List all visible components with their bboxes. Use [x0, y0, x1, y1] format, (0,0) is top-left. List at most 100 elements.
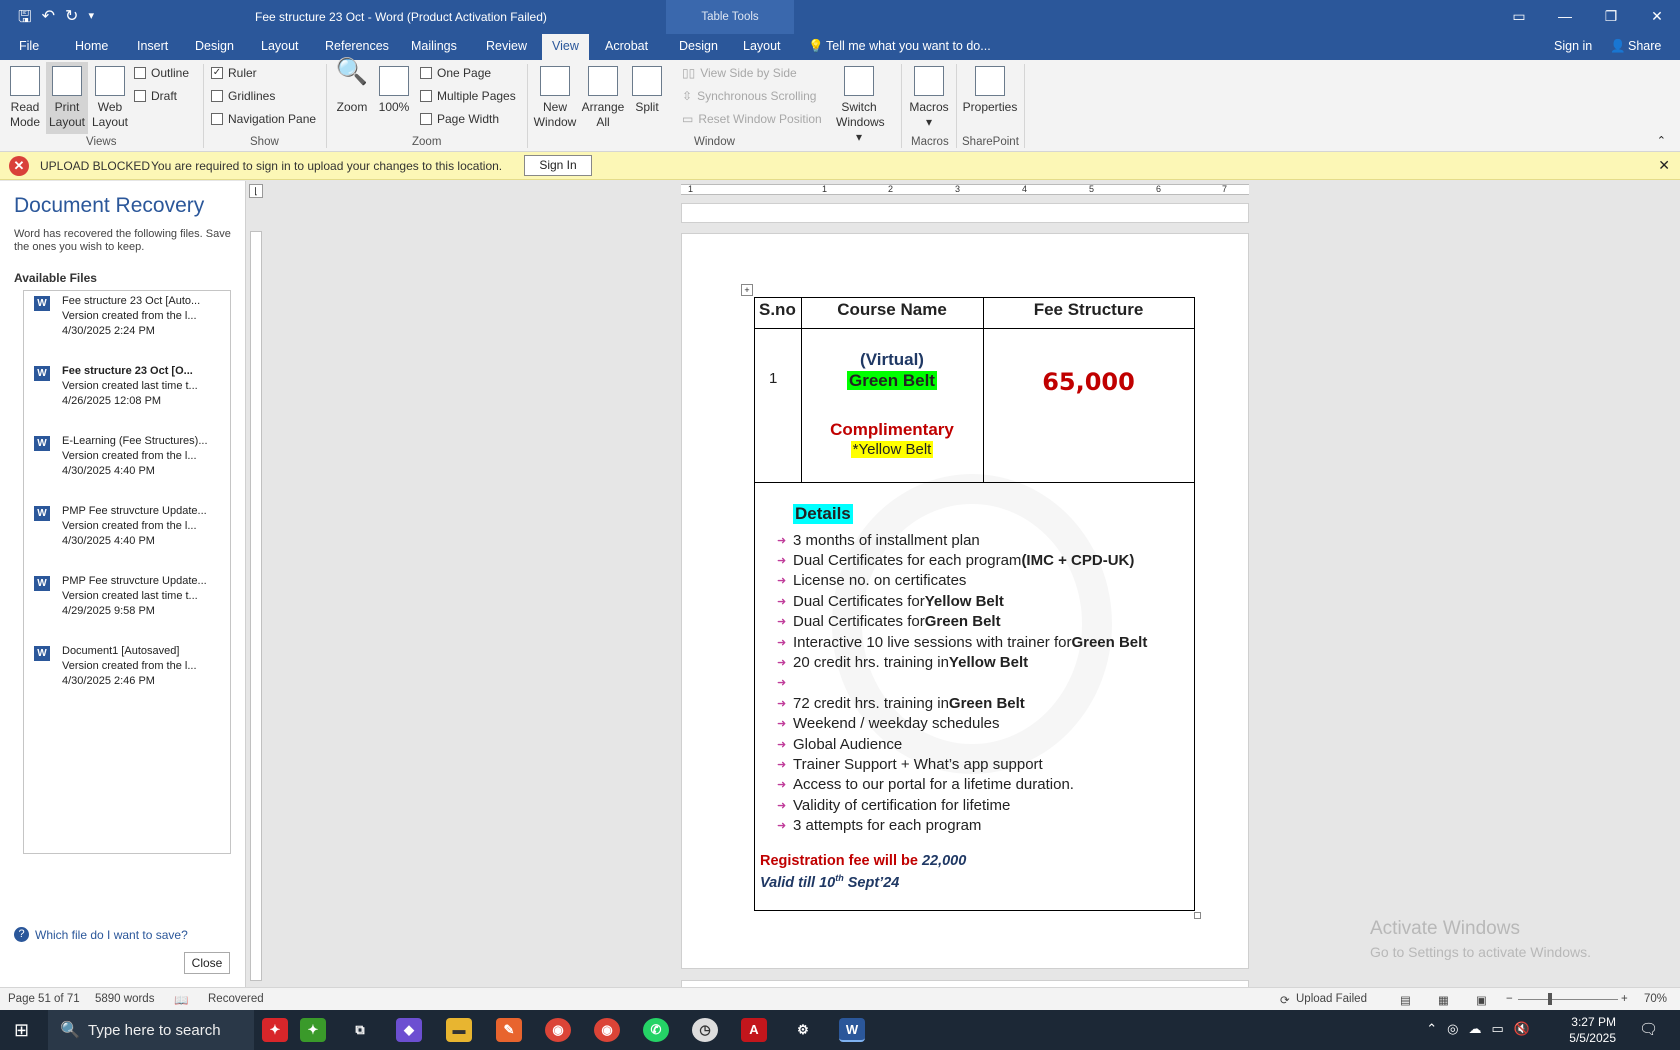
taskbar-search[interactable]: 🔍 Type here to search [48, 1010, 254, 1050]
read-mode-button[interactable]: Read Mode [6, 66, 44, 130]
meet-icon[interactable]: ◎ [1447, 1021, 1458, 1037]
zoom-out-icon[interactable]: − [1506, 993, 1513, 1005]
arrange-all-button[interactable]: Arrange All [581, 66, 625, 130]
ribbon-display-options-icon[interactable]: ▭ [1496, 0, 1542, 32]
file-item[interactable]: W PMP Fee struvcture Update... Version c… [24, 501, 230, 561]
zoom-in-icon[interactable]: + [1621, 993, 1628, 1005]
undo-icon[interactable]: ↶ [42, 6, 55, 33]
chevron-up-icon[interactable]: ⌃ [1426, 1021, 1437, 1037]
vertical-ruler[interactable]: ⌊ [248, 181, 266, 987]
zoom-100-button[interactable]: 100% [377, 66, 411, 115]
share-button[interactable]: Share [1628, 39, 1661, 53]
game-app-icon[interactable]: ✦ [262, 1018, 288, 1042]
file-item[interactable]: W Fee structure 23 Oct [Auto... Version … [24, 291, 230, 351]
tab-file[interactable]: File [19, 39, 39, 53]
zoom-slider-thumb[interactable] [1548, 993, 1552, 1005]
word-count[interactable]: 5890 words [95, 993, 154, 1005]
volume-mute-icon[interactable]: 🔇 [1514, 1021, 1530, 1037]
sign-in-button[interactable]: Sign In [524, 155, 592, 176]
page-width-button[interactable]: Page Width [420, 112, 499, 126]
acrobat-icon[interactable]: A [741, 1018, 767, 1042]
print-layout-view-icon[interactable]: ▦ [1438, 993, 1449, 1007]
gridlines-checkbox[interactable]: Gridlines [211, 89, 275, 103]
copilot-icon[interactable]: ◆ [396, 1018, 422, 1042]
tab-acrobat[interactable]: Acrobat [605, 39, 648, 53]
zoom-slider[interactable] [1518, 999, 1618, 1000]
tab-selector[interactable]: ⌊ [249, 184, 263, 198]
app-icon[interactable]: ✎ [496, 1018, 522, 1042]
onedrive-icon[interactable]: ☁ [1469, 1021, 1482, 1037]
minimize-button[interactable]: — [1542, 0, 1588, 32]
help-link[interactable]: ? Which file do I want to save? [14, 927, 188, 942]
upload-status[interactable]: Upload Failed [1296, 993, 1367, 1005]
list-item: ➜ Validity of certification for lifetime [777, 796, 1011, 814]
file-item[interactable]: W Document1 [Autosaved] Version created … [24, 641, 230, 701]
tab-mailings[interactable]: Mailings [411, 39, 457, 53]
windows-start-icon[interactable]: ⊞ [14, 1020, 29, 1041]
network-icon[interactable]: ▭ [1492, 1021, 1504, 1037]
read-mode-view-icon[interactable]: ▤ [1400, 993, 1411, 1007]
navigation-pane-checkbox[interactable]: Navigation Pane [211, 112, 316, 126]
sign-in-link[interactable]: Sign in [1554, 39, 1592, 53]
close-icon[interactable]: ✕ [1658, 157, 1670, 174]
reset-window-position-button[interactable]: ▭ Reset Window Position [682, 112, 822, 126]
clock[interactable]: 3:27 PM 5/5/2025 [1569, 1014, 1616, 1046]
word-app-icon[interactable]: W [839, 1018, 865, 1042]
web-layout-button[interactable]: Web Layout [91, 66, 129, 130]
table-move-handle-icon[interactable]: + [741, 284, 753, 296]
one-page-button[interactable]: One Page [420, 66, 491, 80]
chrome-icon[interactable]: ◉ [545, 1018, 571, 1042]
file-item[interactable]: W PMP Fee struvcture Update... Version c… [24, 571, 230, 631]
collapse-ribbon-icon[interactable]: ⌃ [1657, 134, 1666, 147]
save-icon[interactable]: 🖫 [18, 6, 32, 33]
whatsapp-icon[interactable]: ✆ [643, 1018, 669, 1042]
tab-table-layout[interactable]: Layout [743, 39, 781, 53]
close-window-button[interactable]: ✕ [1634, 0, 1680, 32]
ruler-checkbox[interactable]: ✓ Ruler [211, 66, 257, 80]
table-resize-handle[interactable] [1194, 912, 1201, 919]
new-window-button[interactable]: New Window [533, 66, 577, 130]
customize-toolbar-icon[interactable]: ▾ [88, 6, 94, 33]
document-page[interactable]: + S.no Course Name Fee Structure 1 (Virt… [681, 233, 1249, 969]
file-item[interactable]: W E-Learning (Fee Structures)... Version… [24, 431, 230, 491]
tab-references[interactable]: References [325, 39, 389, 53]
tab-home[interactable]: Home [75, 39, 108, 53]
switch-windows-button[interactable]: Switch Windows ▾ [836, 66, 885, 145]
draft-button[interactable]: Draft [134, 89, 177, 103]
properties-button[interactable]: Properties [961, 66, 1019, 115]
upload-blocked-bar: ✕ UPLOAD BLOCKED You are required to sig… [0, 152, 1680, 180]
web-layout-view-icon[interactable]: ▣ [1476, 993, 1487, 1007]
clock-app-icon[interactable]: ◷ [692, 1018, 718, 1042]
chrome-icon[interactable]: ◉ [594, 1018, 620, 1042]
synchronous-scrolling-button[interactable]: ⇳ Synchronous Scrolling [682, 89, 816, 103]
tab-insert[interactable]: Insert [137, 39, 168, 53]
ribbon-view: Read Mode Print Layout Web Layout Outline D… [0, 58, 1680, 152]
view-side-by-side-button[interactable]: ▯▯ View Side by Side [682, 66, 797, 80]
redo-icon[interactable]: ↻ [65, 6, 78, 33]
outline-button[interactable]: Outline [134, 66, 189, 80]
tab-design[interactable]: Design [195, 39, 234, 53]
split-button[interactable]: Split [630, 66, 664, 115]
file-item[interactable]: W Fee structure 23 Oct [O... Version cre… [24, 361, 230, 421]
tab-table-design[interactable]: Design [679, 39, 718, 53]
proofing-icon[interactable]: 📖 [174, 993, 188, 1007]
tab-view[interactable]: View [542, 34, 589, 60]
notification-icon[interactable]: 🗨 [1639, 1020, 1658, 1038]
zoom-level[interactable]: 70% [1644, 993, 1667, 1005]
zoom-button[interactable]: 🔍 Zoom [334, 58, 370, 115]
print-layout-button[interactable]: Print Layout [46, 62, 88, 134]
macros-button[interactable]: Macros ▾ [906, 66, 952, 130]
tell-me-box[interactable]: Tell me what you want to do... [826, 39, 991, 53]
file-explorer-icon[interactable]: ▬ [446, 1018, 472, 1042]
page-count[interactable]: Page 51 of 71 [8, 993, 80, 1005]
task-view-icon[interactable]: ⧉ [347, 1018, 373, 1042]
tab-layout[interactable]: Layout [261, 39, 299, 53]
multiple-pages-button[interactable]: Multiple Pages [420, 89, 516, 103]
share-icon[interactable]: 👤 [1610, 39, 1626, 54]
settings-gear-icon[interactable]: ⚙ [790, 1018, 816, 1042]
close-recovery-button[interactable]: Close [184, 952, 230, 974]
tab-review[interactable]: Review [486, 39, 527, 53]
horizontal-ruler[interactable]: 112 345 67 [681, 184, 1249, 195]
game-app-icon[interactable]: ✦ [300, 1018, 326, 1042]
restore-button[interactable]: ❐ [1588, 0, 1634, 32]
